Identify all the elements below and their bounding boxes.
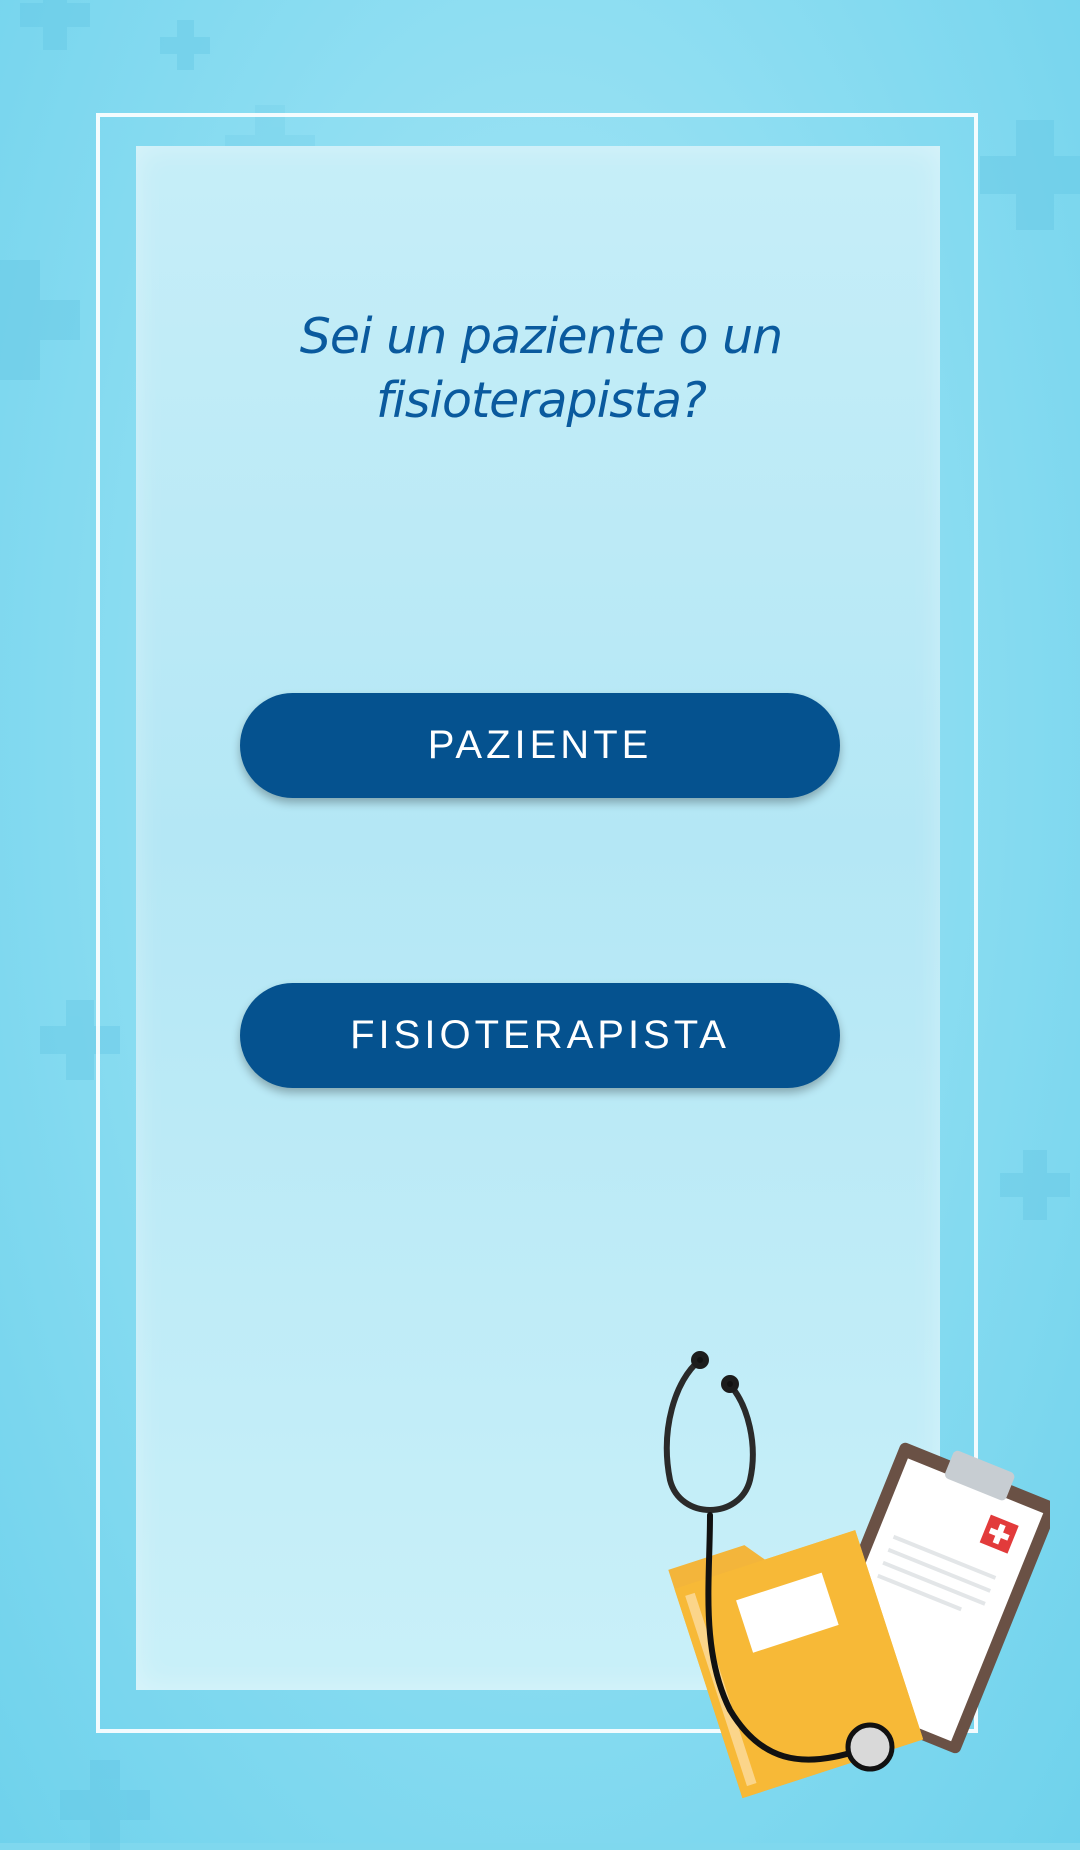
background-cross-icon bbox=[0, 260, 80, 380]
background-cross-icon bbox=[160, 20, 210, 70]
physiotherapist-button[interactable]: FISIOTERAPISTA bbox=[240, 983, 840, 1088]
page-title: Sei un paziente o un fisioterapista? bbox=[299, 308, 783, 429]
background-cross-icon bbox=[1000, 1150, 1070, 1220]
patient-button[interactable]: PAZIENTE bbox=[240, 693, 840, 798]
background-cross-icon bbox=[60, 1760, 150, 1850]
background-cross-icon bbox=[980, 120, 1080, 230]
medical-illustration bbox=[663, 1351, 1050, 1799]
background-cross-icon bbox=[20, 0, 90, 50]
